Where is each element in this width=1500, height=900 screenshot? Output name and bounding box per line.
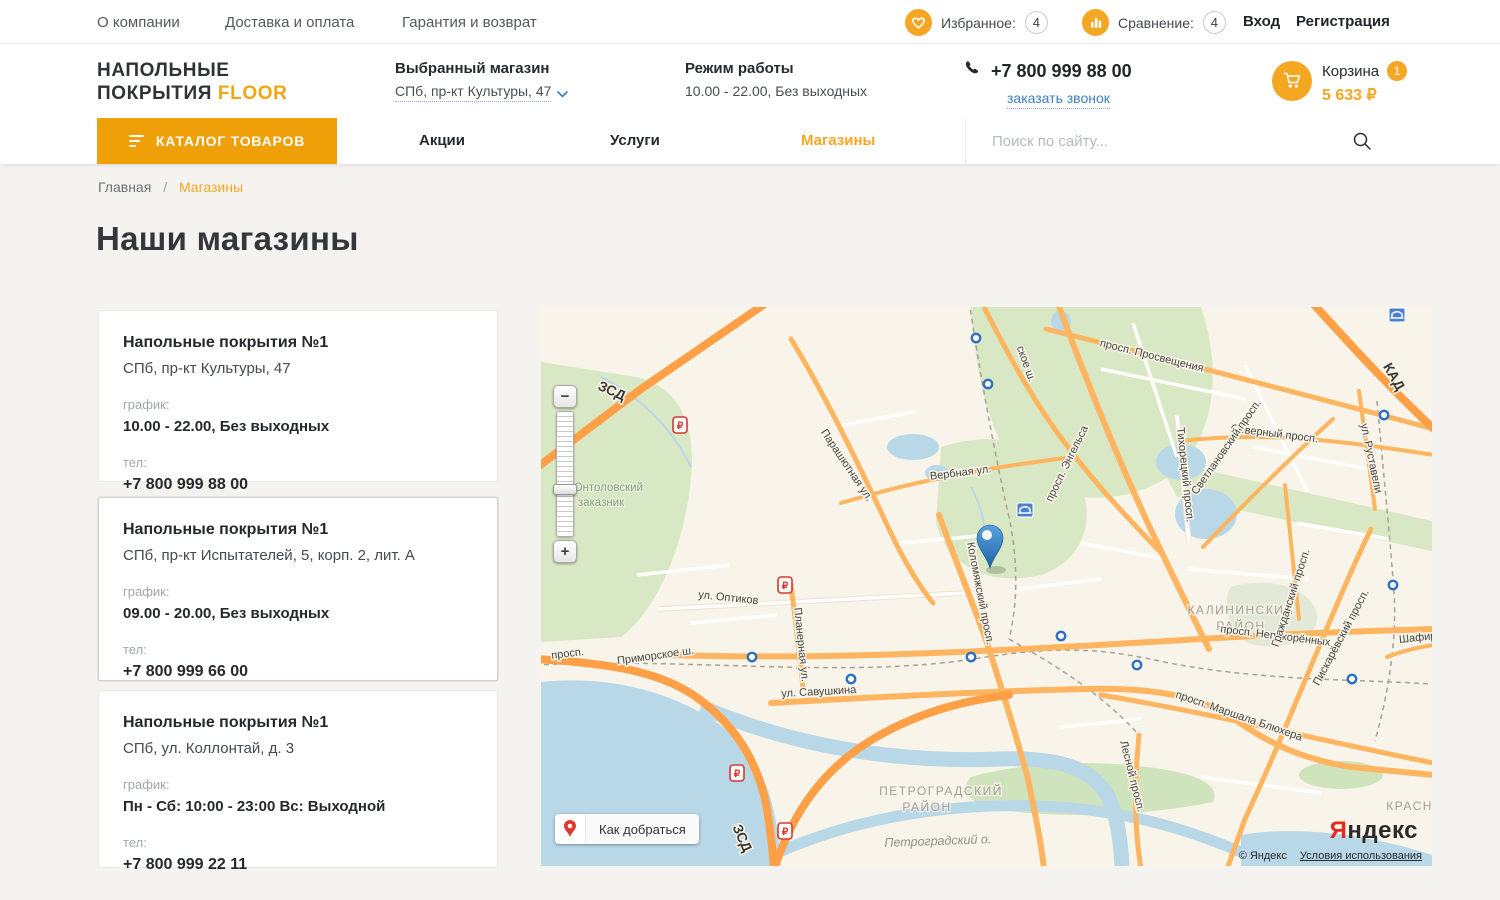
store-card-selected[interactable]: Напольные покрытия №1 СПб, пр-кт Испытат…	[98, 497, 498, 681]
store-card[interactable]: Напольные покрытия №1 СПб, ул. Коллонтай…	[98, 690, 498, 868]
page: О компании Доставка и оплата Гарантия и …	[0, 0, 1500, 900]
main-nav: КАТАЛОГ ТОВАРОВ Акции Услуги Магазины	[0, 118, 1500, 164]
favorites-label: Избранное:	[941, 15, 1016, 31]
yandex-logo[interactable]: Яндекс	[1330, 817, 1418, 845]
topbar-link-about[interactable]: О компании	[97, 14, 180, 31]
cart-icon	[1272, 61, 1312, 101]
svg-text:заказник: заказник	[578, 497, 625, 509]
favorites-count: 4	[1025, 11, 1048, 34]
zoom-in-button[interactable]: +	[553, 540, 577, 563]
svg-text:РАЙОН: РАЙОН	[902, 799, 951, 814]
cart-total: 5 633 ₽	[1322, 85, 1407, 105]
nav-item-promos[interactable]: Акции	[419, 132, 465, 149]
register-link[interactable]: Регистрация	[1296, 13, 1390, 30]
work-mode-value: 10.00 - 22.00, Без выходных	[685, 83, 867, 99]
compare-chip[interactable]: Сравнение: 4	[1082, 9, 1226, 36]
bar-chart-icon	[1082, 9, 1109, 36]
selected-store-label: Выбранный магазин	[395, 60, 568, 77]
svg-text:₽: ₽	[677, 421, 684, 432]
selected-store-block: Выбранный магазин СПб, пр-кт Культуры, 4…	[395, 60, 568, 102]
header: НАПОЛЬНЫЕ ПОКРЫТИЯ FLOOR Выбранный магаз…	[0, 44, 1500, 118]
nav-item-stores[interactable]: Магазины	[801, 132, 875, 149]
map-zoom-control: − +	[553, 385, 577, 563]
phone-label: тел:	[123, 455, 473, 470]
store-name: Напольные покрытия №1	[123, 714, 473, 732]
schedule-label: график:	[123, 584, 473, 599]
zoom-out-button[interactable]: −	[553, 385, 577, 408]
compare-count: 4	[1203, 11, 1226, 34]
svg-text:₽: ₽	[782, 827, 789, 838]
svg-text:ПЕТРОГРАДСКИЙ: ПЕТРОГРАДСКИЙ	[879, 783, 1003, 798]
heart-icon	[905, 9, 932, 36]
compare-label: Сравнение:	[1118, 15, 1194, 31]
breadcrumb: Главная / Магазины	[98, 179, 243, 195]
site-search	[965, 118, 1400, 164]
phone-label: тел:	[123, 642, 473, 657]
store-phone: +7 800 999 22 11	[123, 856, 473, 874]
hamburger-icon	[129, 135, 144, 147]
schedule-value: 09.00 - 20.00, Без выходных	[123, 605, 473, 622]
directions-button[interactable]: Как добраться	[555, 814, 699, 844]
phone-block: +7 800 999 88 00 заказать звонок	[962, 59, 1132, 106]
store-card[interactable]: Напольные покрытия №1 СПб, пр-кт Культур…	[98, 310, 498, 482]
zoom-slider-handle[interactable]	[553, 484, 577, 495]
terms-link[interactable]: Условия использования	[1300, 850, 1422, 862]
logo[interactable]: НАПОЛЬНЫЕ ПОКРЫТИЯ FLOOR	[97, 59, 287, 105]
directions-label: Как добраться	[585, 814, 699, 844]
search-input[interactable]	[992, 133, 1342, 150]
topbar-link-warranty[interactable]: Гарантия и возврат	[402, 14, 537, 31]
schedule-value: 10.00 - 22.00, Без выходных	[123, 418, 473, 435]
store-address: СПб, пр-кт Культуры, 47	[123, 360, 473, 377]
login-link[interactable]: Вход	[1243, 13, 1280, 30]
map-canvas[interactable]: ₽₽₽₽ ЗСДпросп. Просвещенияское ш.КАДул. …	[541, 307, 1432, 866]
cart-label: Корзина	[1322, 63, 1379, 80]
map-pin-icon	[555, 814, 585, 844]
schedule-value: Пн - Сб: 10:00 - 23:00 Вс: Выходной	[123, 798, 473, 815]
logo-accent: FLOOR	[218, 83, 288, 104]
search-icon[interactable]	[1352, 131, 1372, 156]
phone-icon	[962, 59, 981, 83]
cart-button[interactable]: Корзина 1 5 633 ₽	[1272, 61, 1407, 105]
breadcrumb-current: Магазины	[179, 179, 243, 195]
store-phone: +7 800 999 66 00	[123, 663, 473, 681]
nav-item-services[interactable]: Услуги	[610, 132, 660, 149]
store-phone: +7 800 999 88 00	[123, 476, 473, 494]
svg-text:Юнтоловский: Юнтоловский	[571, 482, 643, 494]
page-title: Наши магазины	[96, 220, 359, 258]
svg-text:КРАСНО: КРАСНО	[1386, 799, 1432, 813]
callback-link[interactable]: заказать звонок	[1007, 90, 1132, 106]
map-copyright: © Яндекс Условия использования	[1239, 850, 1422, 862]
schedule-label: график:	[123, 777, 473, 792]
phone-label: тел:	[123, 835, 473, 850]
phone-number[interactable]: +7 800 999 88 00	[991, 61, 1132, 82]
yandex-map[interactable]: ₽₽₽₽ ЗСДпросп. Просвещенияское ш.КАДул. …	[541, 307, 1432, 866]
favorites-chip[interactable]: Избранное: 4	[905, 9, 1048, 36]
zoom-slider-track[interactable]	[556, 411, 574, 537]
cart-count-badge: 1	[1387, 61, 1407, 81]
svg-text:₽: ₽	[782, 581, 789, 592]
store-address: СПб, пр-кт Испытателей, 5, корп. 2, лит.…	[123, 547, 473, 564]
topbar-link-delivery[interactable]: Доставка и оплата	[225, 14, 354, 31]
store-name: Напольные покрытия №1	[123, 521, 473, 539]
schedule-label: график:	[123, 397, 473, 412]
store-address: СПб, ул. Коллонтай, д. 3	[123, 740, 473, 757]
svg-text:₽: ₽	[734, 769, 741, 780]
topbar: О компании Доставка и оплата Гарантия и …	[0, 0, 1500, 44]
breadcrumb-separator: /	[163, 179, 167, 195]
chevron-down-icon	[557, 85, 568, 101]
work-mode-block: Режим работы 10.00 - 22.00, Без выходных	[685, 60, 867, 99]
breadcrumb-home[interactable]: Главная	[98, 179, 151, 195]
copyright-text: © Яндекс	[1239, 850, 1287, 862]
selected-store-link[interactable]: СПб, пр-кт Культуры, 47	[395, 83, 568, 102]
work-mode-label: Режим работы	[685, 60, 867, 77]
store-name: Напольные покрытия №1	[123, 334, 473, 352]
catalog-button[interactable]: КАТАЛОГ ТОВАРОВ	[97, 118, 337, 164]
